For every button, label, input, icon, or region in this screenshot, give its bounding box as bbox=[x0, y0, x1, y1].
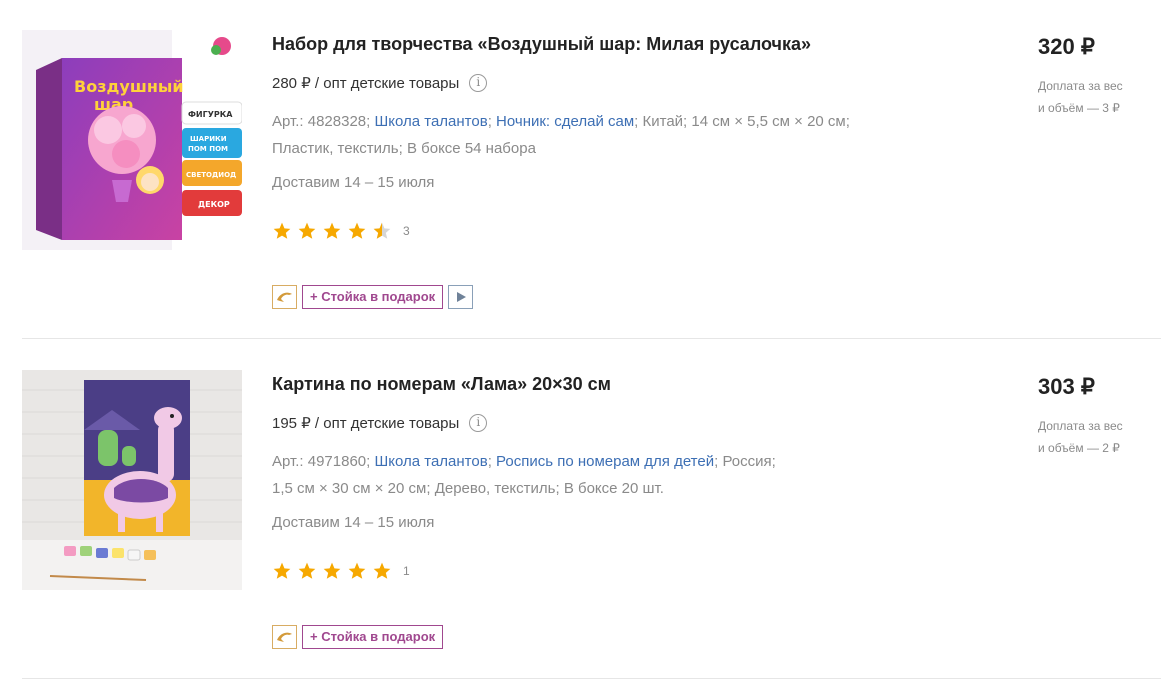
product-price: 320 ₽ bbox=[1038, 34, 1095, 59]
box-quantity: В боксе 20 шт. bbox=[563, 480, 664, 497]
dolphin-icon[interactable] bbox=[272, 285, 297, 309]
info-icon[interactable]: i bbox=[469, 74, 488, 92]
material: Дерево, текстиль bbox=[434, 480, 556, 497]
wholesale-price-text: 195 ₽ / опт детские товары bbox=[272, 415, 460, 432]
star-full-icon bbox=[348, 222, 366, 239]
product-title[interactable]: Картина по номерам «Лама» 20×30 см bbox=[272, 374, 611, 395]
llama-painting-image bbox=[22, 370, 242, 590]
delivery-date: Доставим 14 – 15 июля bbox=[272, 174, 435, 191]
svg-text:ШАРИКИ: ШАРИКИ bbox=[190, 135, 227, 143]
article-prefix: Арт.: bbox=[272, 113, 304, 130]
article-number: 4971860 bbox=[307, 453, 367, 470]
divider bbox=[22, 338, 1161, 339]
dimensions: 14 см × 5,5 см × 20 см bbox=[691, 113, 846, 130]
gift-stand-badge[interactable]: + Стойка в подарок bbox=[302, 625, 444, 649]
box-quantity: В боксе 54 набора bbox=[406, 140, 536, 157]
brand-link[interactable]: Школа талантов bbox=[374, 453, 487, 470]
brand-link[interactable]: Школа талантов bbox=[374, 113, 487, 130]
product-title[interactable]: Набор для творчества «Воздушный шар: Мил… bbox=[272, 34, 811, 55]
craft-kit-box-image: Воздушный шар ФИГУРКА ШАРИКИ ПОМ ПОМ СВЕ… bbox=[22, 30, 242, 250]
weight-surcharge: Доплата за вес и объём — 2 ₽ bbox=[1038, 415, 1148, 459]
promo-badges: + Стойка в подарок bbox=[272, 625, 448, 649]
star-full-icon bbox=[298, 222, 316, 239]
product-image[interactable]: Воздушный шар ФИГУРКА ШАРИКИ ПОМ ПОМ СВЕ… bbox=[22, 30, 242, 250]
product-attributes: Арт.: 4971860; Школа талантов; Роспись п… bbox=[272, 453, 776, 497]
star-full-icon bbox=[323, 562, 341, 579]
product-attributes: Арт.: 4828328; Школа талантов; Ночник: с… bbox=[272, 113, 850, 157]
wholesale-price: 195 ₽ / опт детские товары i bbox=[272, 414, 488, 432]
weight-surcharge: Доплата за вес и объём — 3 ₽ bbox=[1038, 75, 1148, 119]
promo-badges: + Стойка в подарок bbox=[272, 285, 474, 309]
article-number: 4828328 bbox=[307, 113, 367, 130]
gift-stand-badge[interactable]: + Стойка в подарок bbox=[302, 285, 444, 309]
svg-text:Воздушный: Воздушный bbox=[74, 77, 184, 96]
svg-text:ПОМ ПОМ: ПОМ ПОМ bbox=[188, 145, 228, 153]
star-full-icon bbox=[273, 562, 291, 579]
surcharge-line2: и объём — 3 ₽ bbox=[1038, 101, 1120, 115]
svg-text:ДЕКОР: ДЕКОР bbox=[198, 200, 230, 209]
wholesale-price: 280 ₽ / опт детские товары i bbox=[272, 74, 488, 92]
star-half-icon bbox=[373, 222, 391, 239]
rating-count: 3 bbox=[403, 224, 410, 238]
dimensions: 1,5 см × 30 см × 20 см bbox=[272, 480, 427, 497]
info-icon[interactable]: i bbox=[469, 414, 488, 432]
surcharge-line2: и объём — 2 ₽ bbox=[1038, 441, 1120, 455]
star-full-icon bbox=[348, 562, 366, 579]
delivery-date: Доставим 14 – 15 июля bbox=[272, 514, 435, 531]
play-video-icon[interactable] bbox=[448, 285, 474, 309]
star-full-icon bbox=[298, 562, 316, 579]
product-price: 303 ₽ bbox=[1038, 374, 1095, 399]
material: Пластик, текстиль bbox=[272, 140, 399, 157]
svg-text:СВЕТОДИОД: СВЕТОДИОД bbox=[186, 171, 236, 179]
star-full-icon bbox=[373, 562, 391, 579]
surcharge-line1: Доплата за вес bbox=[1038, 419, 1123, 433]
product-image[interactable] bbox=[22, 370, 242, 590]
series-link[interactable]: Роспись по номерам для детей bbox=[496, 453, 714, 470]
product-card: Картина по номерам «Лама» 20×30 см 195 ₽… bbox=[0, 340, 1161, 680]
country: Китай bbox=[642, 113, 684, 130]
rating[interactable]: 3 bbox=[272, 221, 410, 241]
surcharge-line1: Доплата за вес bbox=[1038, 79, 1123, 93]
rating-count: 1 bbox=[403, 564, 410, 578]
product-card: Воздушный шар ФИГУРКА ШАРИКИ ПОМ ПОМ СВЕ… bbox=[0, 0, 1161, 340]
rating[interactable]: 1 bbox=[272, 561, 410, 581]
series-link[interactable]: Ночник: сделай сам bbox=[496, 113, 634, 130]
article-prefix: Арт.: bbox=[272, 453, 304, 470]
star-full-icon bbox=[273, 222, 291, 239]
svg-text:ФИГУРКА: ФИГУРКА bbox=[188, 110, 233, 119]
wholesale-price-text: 280 ₽ / опт детские товары bbox=[272, 75, 460, 92]
country: Россия bbox=[722, 453, 772, 470]
dolphin-icon[interactable] bbox=[272, 625, 297, 649]
divider bbox=[22, 678, 1161, 679]
star-full-icon bbox=[323, 222, 341, 239]
